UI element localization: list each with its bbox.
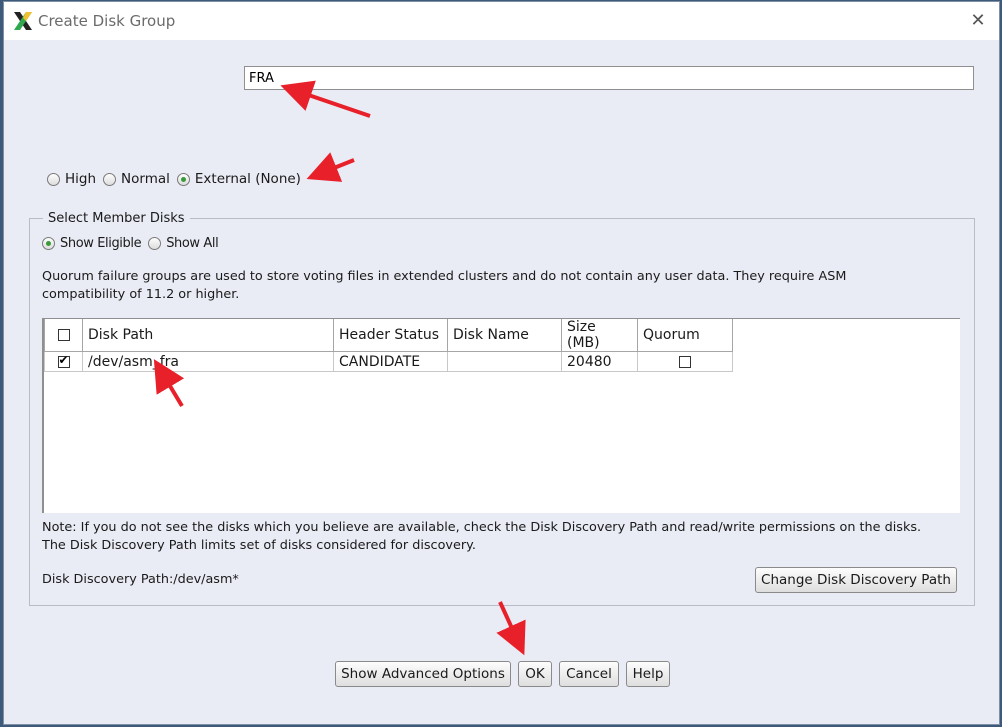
redundancy-radio-group: High Normal External (None) bbox=[47, 171, 308, 187]
cell-disk-path: /dev/asm_fra bbox=[82, 351, 334, 372]
radio-show-eligible[interactable] bbox=[42, 237, 55, 250]
cell-quorum[interactable] bbox=[637, 351, 733, 372]
radio-normal[interactable] bbox=[103, 172, 117, 186]
quorum-checkbox[interactable] bbox=[679, 355, 691, 368]
disk-filter-radio-group: Show Eligible Show All bbox=[42, 236, 225, 251]
close-button[interactable]: ✕ bbox=[963, 6, 993, 36]
title-bar: Create Disk Group ✕ bbox=[4, 2, 999, 40]
radio-external-label: External (None) bbox=[194, 171, 301, 187]
table-header-row: Disk Path Header Status Disk Name Size (… bbox=[44, 319, 733, 352]
cell-size-mb: 20480 bbox=[561, 351, 638, 372]
filter-show-eligible[interactable]: Show Eligible bbox=[42, 236, 142, 251]
change-discovery-path-button[interactable]: Change Disk Discovery Path bbox=[755, 567, 957, 593]
quorum-note-line2: compatibility of 11.2 or higher. bbox=[42, 287, 240, 302]
quorum-note: Quorum failure groups are used to store … bbox=[42, 268, 846, 304]
radio-normal-label: Normal bbox=[121, 171, 170, 187]
disk-table: Disk Path Header Status Disk Name Size (… bbox=[42, 318, 960, 513]
disk-group-name-input[interactable] bbox=[244, 66, 974, 90]
radio-show-all[interactable] bbox=[148, 237, 162, 250]
window-title: Create Disk Group bbox=[38, 12, 176, 30]
row-select-checkbox[interactable] bbox=[57, 353, 70, 368]
col-header-status[interactable]: Header Status bbox=[333, 319, 448, 352]
table-row[interactable]: /dev/asm_fra CANDIDATE 20480 bbox=[44, 351, 733, 372]
quorum-note-line1: Quorum failure groups are used to store … bbox=[42, 269, 847, 284]
filter-show-all[interactable]: Show All bbox=[148, 236, 219, 251]
cell-disk-name bbox=[447, 351, 562, 372]
radio-high-label: High bbox=[65, 171, 97, 187]
cell-header-status: CANDIDATE bbox=[333, 351, 448, 372]
redundancy-normal[interactable]: Normal bbox=[103, 171, 170, 187]
row-select-cell[interactable] bbox=[44, 351, 83, 372]
redundancy-external[interactable]: External (None) bbox=[176, 171, 301, 187]
x-app-icon bbox=[14, 12, 32, 30]
show-advanced-options-button[interactable]: Show Advanced Options bbox=[335, 661, 511, 687]
col-disk-path[interactable]: Disk Path bbox=[82, 319, 334, 352]
ok-button[interactable]: OK bbox=[518, 661, 552, 687]
discovery-note: Note: If you do not see the disks which … bbox=[42, 519, 921, 555]
redundancy-high[interactable]: High bbox=[47, 171, 96, 187]
select-all-checkbox[interactable] bbox=[57, 329, 70, 341]
discovery-note-line1: Note: If you do not see the disks which … bbox=[42, 520, 922, 535]
member-disks-legend: Select Member Disks bbox=[43, 211, 190, 226]
disk-table-grid: Disk Path Header Status Disk Name Size (… bbox=[44, 319, 733, 372]
col-disk-name[interactable]: Disk Name bbox=[447, 319, 562, 352]
radio-high[interactable] bbox=[47, 172, 60, 186]
select-all-header[interactable] bbox=[44, 319, 83, 352]
radio-show-eligible-label: Show Eligible bbox=[60, 236, 142, 251]
col-size-mb[interactable]: Size (MB) bbox=[561, 319, 638, 352]
discovery-note-line2: The Disk Discovery Path limits set of di… bbox=[42, 538, 476, 553]
col-quorum[interactable]: Quorum bbox=[637, 319, 733, 352]
radio-show-all-label: Show All bbox=[166, 236, 219, 251]
help-button[interactable]: Help bbox=[626, 661, 670, 687]
cancel-button[interactable]: Cancel bbox=[559, 661, 619, 687]
create-disk-group-dialog: Create Disk Group ✕ High Normal External… bbox=[3, 1, 1000, 725]
radio-external[interactable] bbox=[176, 172, 190, 186]
discovery-path-label: Disk Discovery Path:/dev/asm* bbox=[42, 572, 239, 587]
